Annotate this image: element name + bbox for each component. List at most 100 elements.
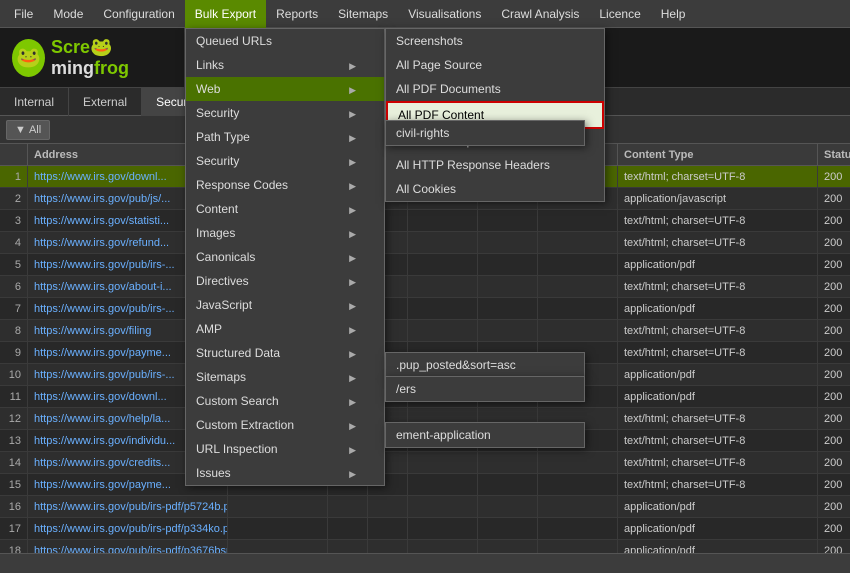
menu-canonicals[interactable]: Canonicals [186,245,384,269]
menu-bulk-export[interactable]: Bulk Export [185,0,266,28]
table-row[interactable]: 18 https://www.irs.gov/pub/irs-pdf/p3676… [0,540,850,553]
cell-status-code: 200 [818,232,850,253]
menu-amp[interactable]: AMP [186,317,384,341]
cell-num: 1 [0,166,28,187]
sub-pup-posted[interactable]: .pup_posted&sort=asc [386,353,584,377]
cell-content-type: text/html; charset=UTF-8 [618,430,818,451]
table-row[interactable]: 16 https://www.irs.gov/pub/irs-pdf/p5724… [0,496,850,518]
cell-num: 8 [0,320,28,341]
cell-num: 18 [0,540,28,553]
cell-num: 9 [0,342,28,363]
cell-content [408,298,478,319]
sub-ers[interactable]: /ers [386,377,584,401]
menu-custom-extraction[interactable]: Custom Extraction [186,413,384,437]
table-row[interactable]: 17 https://www.irs.gov/pub/irs-pdf/p334k… [0,518,850,540]
menu-sitemaps[interactable]: Sitemaps [186,365,384,389]
canonicals-arrow [349,250,356,264]
menu-security-2[interactable]: Security [186,149,384,173]
menu-mode[interactable]: Mode [43,0,93,28]
custom-extraction-arrow [349,418,356,432]
menu-javascript[interactable]: JavaScript [186,293,384,317]
cell-images [478,232,538,253]
cell-status-code: 200 [818,518,850,539]
menu-directives[interactable]: Directives [186,269,384,293]
logo-icon: 🐸 [12,39,45,77]
menu-response-codes[interactable]: Response Codes [186,173,384,197]
cell-images [478,276,538,297]
cell-content-type: application/pdf [618,540,818,553]
menu-web[interactable]: Web [186,77,384,101]
table-row[interactable]: 6 https://www.irs.gov/about-i... text/ht… [0,276,850,298]
cell-url: https://www.irs.gov/pub/irs-pdf/p3676bsp… [28,540,228,553]
menu-configuration[interactable]: Configuration [93,0,184,28]
cell-num: 13 [0,430,28,451]
cell-content-type: application/pdf [618,496,818,517]
directives-arrow [349,274,356,288]
tab-external[interactable]: External [69,88,142,116]
table-row[interactable]: 14 https://www.irs.gov/credits... text/h… [0,452,850,474]
menu-structured-data[interactable]: Structured Data [186,341,384,365]
cell-content-type: application/pdf [618,364,818,385]
cell-canonicals [538,254,618,275]
cell-content-type: application/javascript [618,188,818,209]
table-row[interactable]: 7 https://www.irs.gov/pub/irs-... applic… [0,298,850,320]
cell-h1 [328,540,368,553]
menu-path-type[interactable]: Path Type [186,125,384,149]
sub-all-cookies[interactable]: All Cookies [386,177,604,201]
table-row[interactable]: 4 https://www.irs.gov/refund... text/htm… [0,232,850,254]
menu-custom-search[interactable]: Custom Search [186,389,384,413]
menu-crawl-analysis[interactable]: Crawl Analysis [491,0,589,28]
cell-content-type: text/html; charset=UTF-8 [618,166,818,187]
custom-search-arrow [349,394,356,408]
cell-num: 16 [0,496,28,517]
cell-images [478,210,538,231]
cell-num: 10 [0,364,28,385]
sub-civil-rights[interactable]: civil-rights [386,121,584,145]
menu-file[interactable]: File [4,0,43,28]
table-row[interactable]: 5 https://www.irs.gov/pub/irs-... applic… [0,254,850,276]
cell-content [408,276,478,297]
sub-ement-application[interactable]: ement-application [386,423,584,447]
cell-content-type: application/pdf [618,298,818,319]
cell-images [478,298,538,319]
menu-queued-urls[interactable]: Queued URLs [186,29,384,53]
cell-h1 [328,496,368,517]
menu-sitemaps[interactable]: Sitemaps [328,0,398,28]
web-arrow [349,82,356,96]
menu-content[interactable]: Content [186,197,384,221]
sub-all-http-response-headers[interactable]: All HTTP Response Headers [386,153,604,177]
cell-images [478,540,538,553]
sub-screenshots[interactable]: Screenshots [386,29,604,53]
filter-dropdown[interactable]: ▼ All [6,120,50,140]
menu-links[interactable]: Links [186,53,384,77]
cell-status-code: 200 [818,188,850,209]
table-row[interactable]: 15 https://www.irs.gov/payme... text/htm… [0,474,850,496]
cell-images [478,254,538,275]
menu-issues[interactable]: Issues [186,461,384,485]
table-row[interactable]: 3 https://www.irs.gov/statisti... text/h… [0,210,850,232]
menu-security-1[interactable]: Security [186,101,384,125]
menu-url-inspection[interactable]: URL Inspection [186,437,384,461]
cell-canonicals [538,518,618,539]
menu-licence[interactable]: Licence [589,0,650,28]
cell-status-code: 200 [818,430,850,451]
cell-images [478,518,538,539]
menu-images[interactable]: Images [186,221,384,245]
cell-num: 11 [0,386,28,407]
bulk-export-dropdown: Queued URLs Links Web Security Path Type… [185,28,385,486]
menu-reports[interactable]: Reports [266,0,328,28]
tab-internal[interactable]: Internal [0,88,69,116]
sub-all-pdf-documents[interactable]: All PDF Documents [386,77,604,101]
security2-arrow [349,154,356,168]
cell-canonicals [538,232,618,253]
table-row[interactable]: 8 https://www.irs.gov/filing text/html; … [0,320,850,342]
sub-all-page-source[interactable]: All Page Source [386,53,604,77]
menu-visualisations[interactable]: Visualisations [398,0,491,28]
menu-help[interactable]: Help [651,0,696,28]
cell-num: 4 [0,232,28,253]
cell-num: 12 [0,408,28,429]
cell-images [478,452,538,473]
cell-content [408,452,478,473]
path-type-arrow [349,130,356,144]
cell-num: 15 [0,474,28,495]
